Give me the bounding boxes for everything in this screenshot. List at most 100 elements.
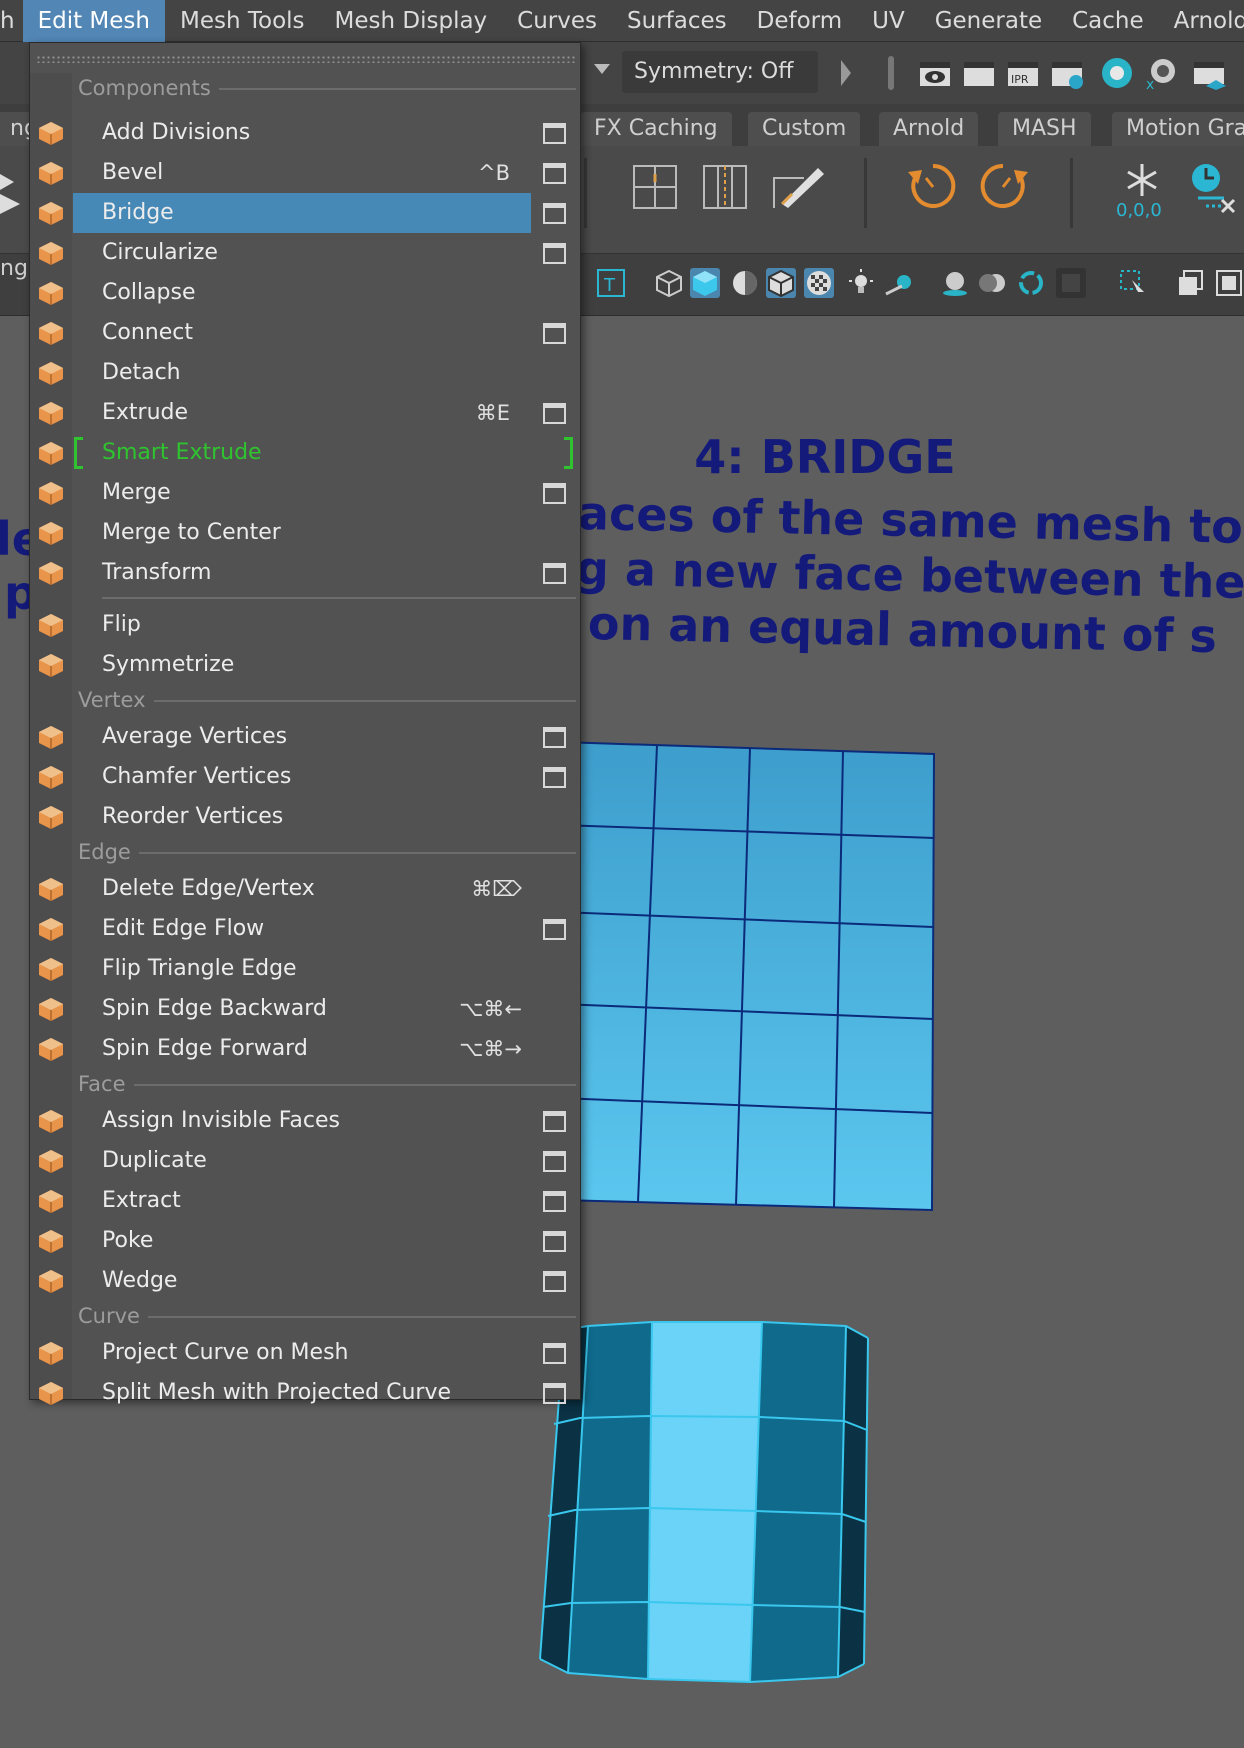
menu-item-split-mesh-with-projected-curve[interactable]: Split Mesh with Projected Curve bbox=[30, 1373, 580, 1413]
multi-cut-icon[interactable] bbox=[630, 162, 680, 212]
option-box-icon[interactable] bbox=[543, 243, 566, 264]
multisample-aa-icon[interactable] bbox=[1016, 268, 1046, 298]
option-box-icon[interactable] bbox=[543, 1191, 566, 1212]
symmetry-dropdown[interactable]: Symmetry: Off bbox=[622, 51, 818, 93]
default-material-icon[interactable] bbox=[730, 268, 760, 298]
menu-item-bevel[interactable]: Bevel ^B bbox=[30, 153, 580, 193]
option-box-icon[interactable] bbox=[543, 323, 566, 344]
arnold-render-view-icon[interactable]: x bbox=[1144, 56, 1178, 93]
option-box-icon[interactable] bbox=[543, 1111, 566, 1132]
option-box-icon[interactable] bbox=[543, 1151, 566, 1172]
lights-icon[interactable] bbox=[846, 268, 876, 298]
option-box-icon[interactable] bbox=[543, 767, 566, 788]
plane-mesh[interactable] bbox=[559, 740, 936, 1212]
menu-item-extract[interactable]: Extract bbox=[30, 1181, 580, 1221]
option-box-icon[interactable] bbox=[543, 1383, 566, 1404]
collapse-arrow-icon[interactable] bbox=[838, 56, 854, 90]
menu-uv[interactable]: UV bbox=[857, 0, 920, 42]
shelf-tab-motion-graphics[interactable]: Motion Gra bbox=[1112, 112, 1244, 146]
menu-item-transform[interactable]: Transform bbox=[30, 553, 580, 593]
menu-item-smart-extrude[interactable]: Smart Extrude bbox=[30, 433, 580, 473]
ipr-render-icon[interactable]: IPR bbox=[1006, 56, 1040, 90]
undo-rotate-icon[interactable] bbox=[906, 160, 960, 214]
shelf-tab-mash[interactable]: MASH bbox=[998, 112, 1091, 146]
option-box-icon[interactable] bbox=[543, 203, 566, 224]
option-box-icon[interactable] bbox=[543, 163, 566, 184]
option-box-icon[interactable] bbox=[543, 1343, 566, 1364]
depth-of-field-icon[interactable] bbox=[1056, 268, 1086, 298]
option-box-icon[interactable] bbox=[543, 483, 566, 504]
shadows-icon[interactable] bbox=[884, 268, 914, 298]
menu-item-project-curve-on-mesh[interactable]: Project Curve on Mesh bbox=[30, 1333, 580, 1373]
menu-curves[interactable]: Curves bbox=[502, 0, 612, 42]
shelf-tab-arnold[interactable]: Arnold bbox=[879, 112, 979, 146]
two-pane-layout-icon[interactable] bbox=[1176, 268, 1206, 298]
menu-item-delete-edge-vertex[interactable]: Delete Edge/Vertex ⌘⌦ bbox=[30, 869, 580, 909]
menu-tear-off-handle[interactable] bbox=[36, 55, 576, 63]
hypershade-icon[interactable] bbox=[1100, 56, 1134, 90]
symmetry-dropdown-arrow-icon[interactable] bbox=[594, 64, 610, 74]
knife-tool-icon[interactable] bbox=[768, 160, 826, 214]
menu-item-spin-edge-backward[interactable]: Spin Edge Backward ⌥⌘← bbox=[30, 989, 580, 1029]
redo-rotate-icon[interactable] bbox=[976, 160, 1030, 214]
option-box-icon[interactable] bbox=[543, 727, 566, 748]
ambient-occlusion-icon[interactable] bbox=[940, 268, 970, 298]
shelf-tab-custom[interactable]: Custom bbox=[748, 112, 861, 146]
menu-item-reorder-vertices[interactable]: Reorder Vertices bbox=[30, 797, 580, 837]
wireframe-icon[interactable] bbox=[654, 268, 684, 298]
menu-mesh-display[interactable]: Mesh Display bbox=[320, 0, 503, 42]
menu-arnold[interactable]: Arnold bbox=[1159, 0, 1244, 42]
menu-surfaces[interactable]: Surfaces bbox=[612, 0, 742, 42]
menu-item-detach[interactable]: Detach bbox=[30, 353, 580, 393]
menu-item-bridge[interactable]: Bridge bbox=[30, 193, 580, 233]
option-box-icon[interactable] bbox=[543, 403, 566, 424]
option-box-icon[interactable] bbox=[543, 1231, 566, 1252]
menu-item-merge-to-center[interactable]: Merge to Center bbox=[30, 513, 580, 553]
menu-mesh-partial[interactable]: h bbox=[0, 0, 23, 42]
insert-edge-loop-icon[interactable] bbox=[700, 162, 750, 212]
menu-item-merge[interactable]: Merge bbox=[30, 473, 580, 513]
text-toggle-icon[interactable]: T bbox=[596, 268, 626, 298]
render-settings-icon[interactable] bbox=[1050, 56, 1084, 90]
menu-mesh-tools[interactable]: Mesh Tools bbox=[165, 0, 320, 42]
freeze-transformations-icon[interactable]: 0,0,0 bbox=[1112, 160, 1172, 224]
menu-deform[interactable]: Deform bbox=[742, 0, 858, 42]
menu-edit-mesh[interactable]: Edit Mesh bbox=[22, 0, 165, 42]
smooth-shade-icon[interactable] bbox=[690, 268, 720, 298]
menu-item-flip[interactable]: Flip bbox=[30, 605, 580, 645]
menu-item-duplicate[interactable]: Duplicate bbox=[30, 1141, 580, 1181]
option-box-icon[interactable] bbox=[543, 919, 566, 940]
menu-item-symmetrize[interactable]: Symmetrize bbox=[30, 645, 580, 685]
option-box-icon[interactable] bbox=[543, 1271, 566, 1292]
menu-item-collapse[interactable]: Collapse bbox=[30, 273, 580, 313]
panel-tab-partial[interactable]: ng bbox=[0, 254, 28, 284]
menu-item-poke[interactable]: Poke bbox=[30, 1221, 580, 1261]
cylinder-mesh[interactable] bbox=[539, 1321, 869, 1684]
shelf-mesh-icon[interactable] bbox=[0, 160, 30, 220]
menu-item-edit-edge-flow[interactable]: Edit Edge Flow bbox=[30, 909, 580, 949]
option-box-icon[interactable] bbox=[543, 123, 566, 144]
menu-item-average-vertices[interactable]: Average Vertices bbox=[30, 717, 580, 757]
menu-item-spin-edge-forward[interactable]: Spin Edge Forward ⌥⌘→ bbox=[30, 1029, 580, 1069]
menu-cache[interactable]: Cache bbox=[1057, 0, 1159, 42]
menu-item-assign-invisible-faces[interactable]: Assign Invisible Faces bbox=[30, 1101, 580, 1141]
single-pane-layout-icon[interactable] bbox=[1214, 268, 1244, 298]
render-layers-icon[interactable] bbox=[1192, 56, 1226, 90]
render-view-icon[interactable] bbox=[918, 56, 952, 90]
shelf-tab-fx-caching[interactable]: FX Caching bbox=[580, 112, 732, 146]
menu-item-circularize[interactable]: Circularize bbox=[30, 233, 580, 273]
history-options-icon[interactable] bbox=[1184, 160, 1244, 224]
menu-item-wedge[interactable]: Wedge bbox=[30, 1261, 580, 1301]
menu-item-chamfer-vertices[interactable]: Chamfer Vertices bbox=[30, 757, 580, 797]
menu-generate[interactable]: Generate bbox=[920, 0, 1057, 42]
render-current-frame-icon[interactable] bbox=[962, 56, 996, 90]
option-box-icon[interactable] bbox=[543, 563, 566, 584]
menu-item-connect[interactable]: Connect bbox=[30, 313, 580, 353]
menu-item-add-divisions[interactable]: Add Divisions bbox=[30, 113, 580, 153]
menu-item-extrude[interactable]: Extrude ⌘E bbox=[30, 393, 580, 433]
xray-icon[interactable] bbox=[804, 268, 834, 298]
wireframe-on-shaded-icon[interactable] bbox=[766, 268, 796, 298]
motion-blur-icon[interactable] bbox=[978, 268, 1008, 298]
menu-item-flip-triangle-edge[interactable]: Flip Triangle Edge bbox=[30, 949, 580, 989]
isolate-select-icon[interactable] bbox=[1118, 268, 1148, 298]
